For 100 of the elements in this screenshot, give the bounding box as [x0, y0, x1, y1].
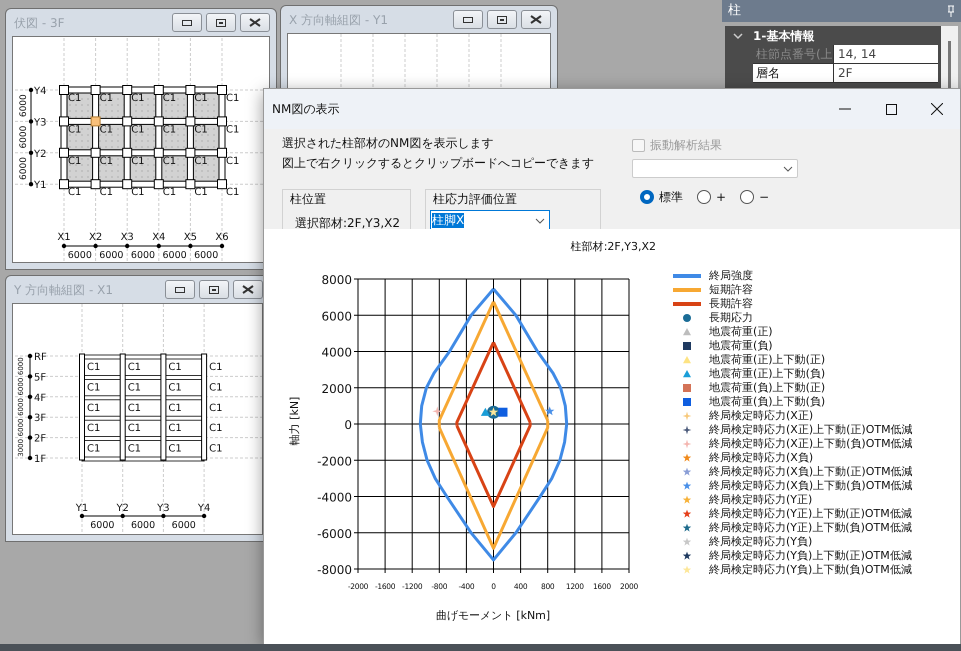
- close-icon: [931, 103, 943, 115]
- column-marker[interactable]: [185, 148, 196, 158]
- close-button[interactable]: [521, 10, 551, 29]
- column-marker[interactable]: [185, 116, 196, 126]
- radio-button[interactable]: [697, 190, 711, 204]
- column-marker[interactable]: [217, 148, 227, 158]
- column-label: C1: [87, 402, 100, 414]
- legend-label: 終局検定時応力(Y負)上下動(正)OTM低減: [709, 548, 912, 564]
- column-marker[interactable]: [185, 85, 196, 95]
- axis-label: X4: [152, 232, 166, 243]
- legend-label: 終局強度: [709, 268, 753, 284]
- radio-label: +: [716, 189, 726, 206]
- column-marker[interactable]: [59, 116, 69, 126]
- legend-label: 終局検定時応力(Y負)上下動(負)OTM低減: [709, 562, 912, 578]
- legend-label: 終局検定時応力(X正): [709, 408, 814, 424]
- y-tick-label: 0: [344, 418, 352, 432]
- column-label: C1: [226, 187, 240, 198]
- column-label: C1: [131, 93, 145, 104]
- column-label: C1: [194, 93, 208, 104]
- column-label: C1: [87, 444, 100, 455]
- dimension-text: 6000: [172, 520, 196, 531]
- minimize-button[interactable]: [453, 10, 483, 29]
- column-marker[interactable]: [217, 179, 227, 190]
- legend-label: 終局検定時応力(X正)上下動(正)OTM低減: [709, 422, 913, 438]
- close-button[interactable]: [240, 13, 270, 32]
- column-label: C1: [100, 124, 113, 136]
- legend-label: 終局検定時応力(Y負): [709, 534, 812, 550]
- column-label: C1: [131, 156, 145, 167]
- column-label: C1: [168, 382, 182, 394]
- minimize-button[interactable]: [165, 280, 195, 299]
- legend-label: 地震荷重(負): [709, 338, 773, 354]
- dimension-text: 6000: [68, 250, 92, 261]
- column-marker[interactable]: [154, 179, 164, 190]
- category-label: 1-基本情報: [753, 28, 814, 44]
- column-marker[interactable]: [122, 148, 132, 158]
- column-marker[interactable]: [154, 148, 164, 158]
- axis-label: Y1: [76, 503, 88, 514]
- axis-label: Y2: [34, 148, 46, 160]
- column-marker[interactable]: [90, 148, 101, 158]
- column-marker[interactable]: [154, 85, 164, 95]
- floor-label: 3F: [34, 413, 46, 424]
- column-label: C1: [131, 187, 145, 198]
- dimension-text: 6000: [19, 94, 29, 118]
- restore-button[interactable]: [487, 10, 517, 29]
- column-marker[interactable]: [185, 179, 196, 190]
- legend-label: 終局検定時応力(Y正)上下動(負)OTM低減: [709, 520, 912, 536]
- axis-label: X6: [215, 232, 229, 243]
- window-icon: [216, 18, 226, 26]
- axis-label: Y2: [116, 503, 129, 514]
- column-marker[interactable]: [217, 85, 227, 95]
- legend-label: 終局検定時応力(X負)上下動(正)OTM低減: [709, 464, 913, 480]
- radio-label: −: [759, 189, 770, 206]
- column-label: C1: [226, 93, 240, 104]
- dialog-title: NM図の表示: [272, 101, 340, 118]
- column-marker[interactable]: [154, 116, 164, 126]
- column-marker[interactable]: [122, 85, 132, 95]
- radio-button[interactable]: [740, 190, 754, 204]
- minimize-icon: [175, 286, 185, 292]
- column-label: C1: [100, 187, 113, 198]
- column-marker[interactable]: [59, 85, 69, 95]
- minimize-button[interactable]: [172, 13, 202, 32]
- column-label: C1: [226, 124, 240, 136]
- close-icon: [242, 285, 254, 294]
- window-title: X 方向軸組図 - Y1: [289, 12, 389, 28]
- column-label: C1: [168, 423, 182, 434]
- axis-label: Y4: [34, 86, 46, 97]
- dimension-text: 6000: [90, 520, 114, 531]
- legend-label: 地震荷重(負)上下動(負): [709, 394, 826, 410]
- column-marker[interactable]: [59, 179, 69, 190]
- legend-label: 地震荷重(正)上下動(正): [709, 352, 826, 368]
- column-marker[interactable]: [90, 179, 101, 190]
- column-marker[interactable]: [122, 179, 132, 190]
- restore-button[interactable]: [199, 280, 229, 299]
- legend-label: 短期許容: [709, 282, 753, 298]
- column-label: C1: [68, 93, 82, 104]
- column-label: C1: [68, 156, 82, 167]
- dimension-text: 6000: [130, 250, 156, 261]
- column-label: C1: [87, 382, 100, 394]
- instruction-text: 選択された柱部材のNM図を表示します: [282, 135, 494, 152]
- legend-label: 終局検定時応力(X負)上下動(負)OTM低減: [709, 478, 913, 494]
- axis-label: Y1: [34, 180, 46, 192]
- column-marker[interactable]: [90, 116, 101, 126]
- y-tick-label: -6000: [317, 526, 352, 541]
- dimension-text: 6000: [99, 250, 124, 261]
- restore-button[interactable]: [206, 13, 236, 32]
- column-marker[interactable]: [217, 116, 227, 126]
- floor-label: RF: [34, 352, 47, 363]
- column-marker[interactable]: [59, 148, 69, 158]
- close-button[interactable]: [233, 280, 263, 299]
- y-tick-label: 2000: [321, 382, 352, 396]
- dimension-text: 6000: [19, 157, 29, 180]
- evaluation-dropdown[interactable]: 柱脚X: [430, 210, 550, 231]
- legend-label: 長期応力: [709, 310, 753, 326]
- checkbox-label: 振動解析結果: [650, 137, 722, 154]
- radio-button[interactable]: [640, 190, 654, 204]
- minimize-icon: [839, 108, 851, 110]
- column-marker[interactable]: [122, 116, 132, 126]
- column-marker[interactable]: [90, 85, 101, 95]
- column-label: C1: [162, 124, 176, 136]
- minimize-icon: [463, 16, 473, 22]
